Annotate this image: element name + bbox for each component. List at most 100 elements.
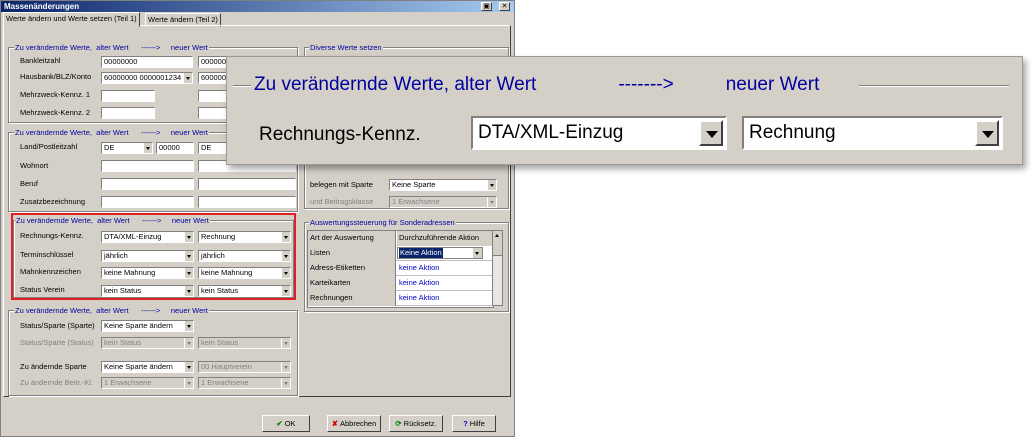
- cancel-label: Abbrechen: [340, 419, 377, 428]
- status-status-new-select: kein Status: [198, 337, 291, 349]
- group-legend: Zu verändernde Werte, alter Wert ------>…: [14, 306, 209, 315]
- close-icon[interactable]: ✕: [499, 2, 510, 11]
- table-row[interactable]: Adress-Etiketten keine Aktion: [308, 261, 493, 276]
- beitr-label: Zu ändernde Beitr.-Kl.: [20, 378, 93, 387]
- legend-alter: alter Wert: [96, 43, 129, 52]
- grid-cell-aktion[interactable]: keine Aktion: [397, 261, 493, 276]
- zusatz-old-input[interactable]: [101, 196, 194, 208]
- legend-arrow: ------>: [141, 306, 161, 315]
- zu-sparte-new-value: 00 Hauptverein: [201, 362, 252, 371]
- reset-button[interactable]: ⟳ Rücksetz.: [389, 415, 443, 432]
- aktion-selected-value: Keine Aktion: [399, 248, 443, 258]
- beitragsklasse-label: und Beitragsklasse: [310, 197, 374, 206]
- grid-header-row: Art der Auswertung Durchzuführende Aktio…: [308, 231, 493, 246]
- scroll-thumb[interactable]: [493, 241, 502, 256]
- help-label: Hilfe: [469, 419, 485, 428]
- zoom-group-line: [233, 85, 251, 87]
- grid-header-aktion: Durchzuführende Aktion: [397, 231, 493, 246]
- zu-sparte-old-value: Keine Sparte ändern: [104, 362, 173, 371]
- zu-sparte-old-select[interactable]: Keine Sparte ändern: [101, 361, 194, 373]
- zoom-rechnung-old-select[interactable]: DTA/XML-Einzug: [471, 116, 727, 150]
- zu-sparte-new-select: 00 Hauptverein: [198, 361, 291, 373]
- grid-cell-art: Karteikarten: [308, 276, 396, 291]
- grid-cell-aktion-select[interactable]: Keine Aktion: [397, 246, 493, 261]
- mehrzweck1-old-input[interactable]: [101, 90, 155, 102]
- chevron-down-icon[interactable]: [699, 120, 723, 146]
- legend-alter: alter Wert: [96, 128, 129, 137]
- chevron-down-icon: [184, 338, 193, 348]
- chevron-down-icon[interactable]: [473, 248, 482, 258]
- title-bar: Massenänderungen ▣ ✕: [1, 1, 514, 12]
- beitr-old-value: 1 Erwachsene: [104, 378, 152, 387]
- beitragsklasse-value: 1 Erwachsene: [392, 197, 440, 206]
- zoom-rechnung-new-select[interactable]: Rechnung: [742, 116, 1003, 150]
- land-old-select[interactable]: DE: [101, 142, 153, 154]
- mehrzweck2-old-input[interactable]: [101, 107, 155, 119]
- legend-zu: Zu verändernde Werte,: [15, 306, 92, 315]
- zoom-callout: Zu verändernde Werte, alter Wert ------->…: [226, 56, 1023, 165]
- zoom-group-line: [859, 85, 1009, 87]
- mehrzweck2-label: Mehrzweck-Kennz. 2: [20, 108, 91, 117]
- beruf-new-input[interactable]: [198, 178, 296, 190]
- hausbank-new-value: 600000: [201, 73, 227, 82]
- restore-icon[interactable]: ▣: [481, 2, 492, 11]
- bankleitzahl-label: Bankleitzahl: [20, 56, 61, 65]
- group-legend: Zu verändernde Werte, alter Wert ------>…: [14, 43, 209, 52]
- reset-label: Rücksetz.: [403, 419, 437, 428]
- beitr-new-select: 1 Erwachsene: [198, 377, 291, 389]
- zusatz-label: Zusatzbezeichnung: [20, 197, 86, 206]
- grid-cell-aktion[interactable]: keine Aktion: [397, 276, 493, 291]
- zusatz-new-input[interactable]: [198, 196, 296, 208]
- plz-old-input[interactable]: 00000: [156, 142, 194, 154]
- sparte-select[interactable]: Keine Sparte: [389, 179, 497, 191]
- help-button[interactable]: ? Hilfe: [452, 415, 496, 432]
- chevron-down-icon[interactable]: [183, 73, 192, 83]
- wohnort-old-input[interactable]: [101, 160, 194, 172]
- beruf-label: Beruf: [20, 179, 38, 188]
- chevron-down-icon[interactable]: [487, 180, 496, 190]
- ok-label: OK: [284, 419, 296, 428]
- cross-icon: ✘: [331, 419, 338, 428]
- grid-cell-aktion[interactable]: keine Aktion: [397, 291, 493, 306]
- table-row[interactable]: Rechnungen keine Aktion: [308, 291, 493, 306]
- status-status-new-value: kein Status: [201, 338, 239, 347]
- chevron-down-icon: [184, 378, 193, 388]
- table-row[interactable]: Listen Keine Aktion: [308, 246, 493, 261]
- zoom-old-value: DTA/XML-Einzug: [478, 122, 624, 143]
- tab-teil-1[interactable]: Werte ändern und Werte setzen (Teil 1): [3, 12, 140, 27]
- chevron-down-icon: [281, 362, 290, 372]
- aktion-combo[interactable]: Keine Aktion: [397, 247, 483, 259]
- legend-alter: alter Wert: [96, 306, 129, 315]
- beitr-new-value: 1 Erwachsene: [201, 378, 249, 387]
- ok-button[interactable]: ✔ OK: [262, 415, 310, 432]
- chevron-down-icon[interactable]: [143, 143, 152, 153]
- chevron-down-icon[interactable]: [184, 362, 193, 372]
- zoom-legend-zu: Zu verändernde Werte,: [254, 74, 450, 95]
- status-status-label: Status/Sparte (Status): [20, 338, 94, 347]
- hausbank-old-value: 60000000 0000001234: [104, 73, 182, 82]
- zu-sparte-label: Zu ändernde Sparte: [20, 362, 87, 371]
- hausbank-old-select[interactable]: 60000000 0000001234: [101, 72, 193, 84]
- legend-neuer: neuer Wert: [170, 43, 208, 52]
- cancel-button[interactable]: ✘ Abbrechen: [327, 415, 381, 432]
- chevron-down-icon[interactable]: [975, 120, 999, 146]
- zoom-legend-arrow: ------->: [618, 74, 674, 95]
- bankleitzahl-old-input[interactable]: 00000000: [101, 56, 193, 68]
- wohnort-label: Wohnort: [20, 161, 49, 170]
- status-sparte-select[interactable]: Keine Sparte ändern: [101, 320, 194, 332]
- table-row[interactable]: Karteikarten keine Aktion: [308, 276, 493, 291]
- zoom-rechnung-label: Rechnungs-Kennz.: [259, 124, 421, 145]
- legend-arrow: ------>: [141, 43, 161, 52]
- beruf-old-input[interactable]: [101, 178, 194, 190]
- sparte-value: Keine Sparte: [392, 180, 436, 189]
- grid-scrollbar[interactable]: [492, 230, 503, 306]
- legend-neuer: neuer Wert: [170, 128, 208, 137]
- zoom-legend-neuer: neuer Wert: [725, 74, 820, 95]
- grid-header-art: Art der Auswertung: [308, 231, 396, 246]
- chevron-down-icon[interactable]: [184, 321, 193, 331]
- mehrzweck1-label: Mehrzweck-Kennz. 1: [20, 90, 91, 99]
- grid-cell-art: Listen: [308, 246, 396, 261]
- status-sparte-label: Status/Sparte (Sparte): [20, 321, 95, 330]
- land-old-value: DE: [104, 143, 115, 152]
- legend-zu: Zu verändernde Werte,: [15, 128, 92, 137]
